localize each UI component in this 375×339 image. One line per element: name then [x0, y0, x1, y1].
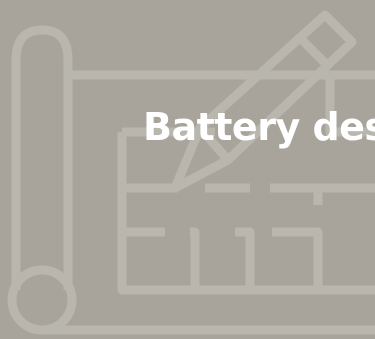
tile-title: Battery design	[143, 105, 375, 149]
battery-design-tile[interactable]: Battery design	[0, 0, 375, 339]
